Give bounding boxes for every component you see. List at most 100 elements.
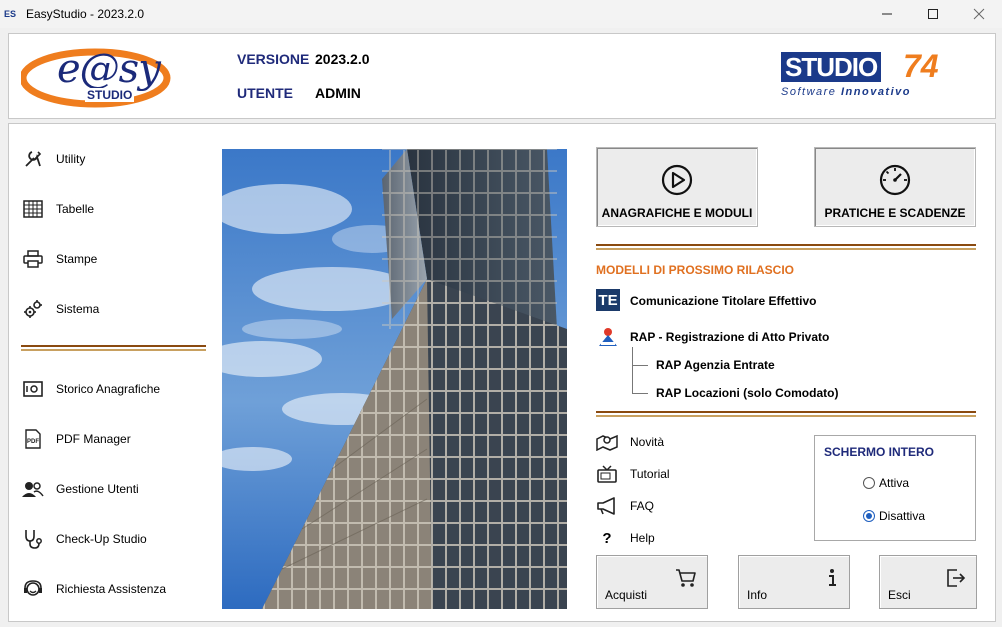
radio-dot (863, 477, 875, 489)
play-icon (661, 164, 693, 196)
minimize-button[interactable] (864, 0, 910, 28)
tools-icon (22, 148, 44, 170)
nav-item-label: Gestione Utenti (56, 482, 139, 496)
minimize-icon (882, 13, 892, 15)
nav-item-label: Storico Anagrafiche (56, 382, 161, 396)
maximize-icon (928, 9, 938, 19)
headset-icon (22, 578, 44, 600)
models-section-title: MODELLI DI PROSSIMO RILASCIO (596, 263, 795, 277)
esci-button[interactable]: Esci (879, 555, 977, 609)
nav-item-label: PDF Manager (56, 432, 131, 446)
link-label: Tutorial (630, 467, 670, 481)
tree-branch (632, 365, 648, 366)
nav-separator (21, 345, 206, 351)
title-bar: ES EasyStudio - 2023.2.0 (0, 0, 1002, 28)
tagline-part-b: Innovativo (840, 86, 911, 98)
model-rap[interactable]: RAP - Registrazione di Atto Privato (630, 330, 829, 344)
tv-icon (596, 465, 618, 483)
printer-icon (22, 248, 44, 270)
radio-label: Attiva (879, 476, 910, 490)
fullscreen-group: SCHERMO INTERO Attiva Disattiva (814, 435, 976, 541)
building-illustration (222, 149, 567, 609)
table-icon (22, 198, 44, 220)
user-value: ADMIN (315, 85, 361, 101)
nav-item-label: Sistema (56, 302, 100, 316)
info-label: Info (747, 588, 768, 602)
nav-item-label: Richiesta Assistenza (56, 582, 167, 596)
esci-label: Esci (888, 588, 911, 602)
stethoscope-icon (22, 528, 44, 550)
fullscreen-on-radio[interactable]: Attiva (863, 476, 909, 490)
studio74-brand-text: STUDIO (781, 52, 882, 82)
link-label: Novità (630, 435, 665, 449)
studio74-logo: STUDIO 74 Software Innovativo (781, 48, 975, 102)
gauge-icon (879, 164, 911, 196)
tree-line (632, 347, 633, 393)
section-separator (596, 244, 976, 250)
question-icon: ? (602, 529, 612, 547)
nav-item-pdf-manager[interactable]: PDF PDF Manager (22, 427, 131, 451)
fullscreen-title: SCHERMO INTERO (824, 445, 935, 459)
logo-subtext: STUDIO (85, 88, 135, 102)
users-icon (22, 478, 44, 500)
model-rap-locazioni[interactable]: RAP Locazioni (solo Comodato) (656, 386, 838, 400)
model-titolare-effettivo[interactable]: Comunicazione Titolare Effettivo (630, 294, 816, 308)
nav-item-richiesta-assistenza[interactable]: Richiesta Assistenza (22, 577, 166, 601)
nav-item-storico-anagrafiche[interactable]: Storico Anagrafiche (22, 377, 160, 401)
tree-branch (632, 393, 648, 394)
exit-icon (947, 569, 966, 587)
maximize-button[interactable] (910, 0, 956, 28)
window-title: EasyStudio - 2023.2.0 (26, 7, 145, 21)
pdf-icon: PDF (22, 428, 44, 450)
logo-text: e@sy (57, 46, 161, 92)
easystudio-logo: e@sy STUDIO (21, 44, 173, 110)
link-tutorial[interactable]: Tutorial (596, 463, 670, 485)
te-badge-text: TE (598, 291, 618, 309)
header-panel: e@sy STUDIO VERSIONE 2023.2.0 UTENTE ADM… (8, 33, 996, 119)
section-separator (596, 411, 976, 417)
link-novita[interactable]: Novità (596, 431, 664, 453)
studio74-brand-number: 74 (903, 48, 939, 84)
close-icon (973, 8, 985, 20)
nav-item-label: Utility (56, 152, 86, 166)
map-icon (596, 433, 618, 451)
cart-icon (676, 569, 696, 587)
info-button[interactable]: Info (738, 555, 850, 609)
rap-icon (599, 328, 617, 346)
link-help[interactable]: ? Help (596, 527, 654, 549)
acquisti-label: Acquisti (605, 588, 648, 602)
app-icon: ES (4, 9, 17, 19)
pratiche-e-scadenze-label: PRATICHE E SCADENZE (824, 206, 966, 220)
version-value: 2023.2.0 (315, 51, 370, 67)
radio-label: Disattiva (879, 509, 926, 523)
fullscreen-off-radio[interactable]: Disattiva (863, 509, 925, 523)
svg-text:PDF: PDF (27, 439, 39, 445)
nav-item-label: Check-Up Studio (56, 532, 147, 546)
radio-dot-selected (863, 510, 875, 522)
acquisti-button[interactable]: Acquisti (596, 555, 708, 609)
model-rap-agenzia-entrate[interactable]: RAP Agenzia Entrate (656, 358, 775, 372)
nav-item-sistema[interactable]: Sistema (22, 297, 99, 321)
megaphone-icon (596, 497, 618, 515)
nav-item-stampe[interactable]: Stampe (22, 247, 97, 271)
anagrafiche-e-moduli-label: ANAGRAFICHE E MODULI (601, 206, 753, 220)
nav-item-tabelle[interactable]: Tabelle (22, 197, 94, 221)
studio74-tagline: Software Innovativo (781, 86, 911, 98)
anagrafiche-e-moduli-button[interactable]: ANAGRAFICHE E MODULI (596, 147, 758, 227)
close-button[interactable] (956, 0, 1002, 28)
link-faq[interactable]: FAQ (596, 495, 654, 517)
nav-item-gestione-utenti[interactable]: Gestione Utenti (22, 477, 139, 501)
safe-icon (22, 378, 44, 400)
nav-item-label: Tabelle (56, 202, 95, 216)
version-label: VERSIONE (237, 51, 310, 67)
gears-icon (22, 298, 44, 320)
tagline-part-a: Software (781, 86, 837, 98)
building-photo (222, 149, 567, 609)
nav-item-utility[interactable]: Utility (22, 147, 85, 171)
te-badge-icon: TE (596, 289, 620, 311)
pratiche-e-scadenze-button[interactable]: PRATICHE E SCADENZE (814, 147, 976, 227)
nav-item-label: Stampe (56, 252, 98, 266)
nav-item-check-up-studio[interactable]: Check-Up Studio (22, 527, 147, 551)
link-label: FAQ (630, 499, 655, 513)
info-icon (829, 569, 836, 586)
